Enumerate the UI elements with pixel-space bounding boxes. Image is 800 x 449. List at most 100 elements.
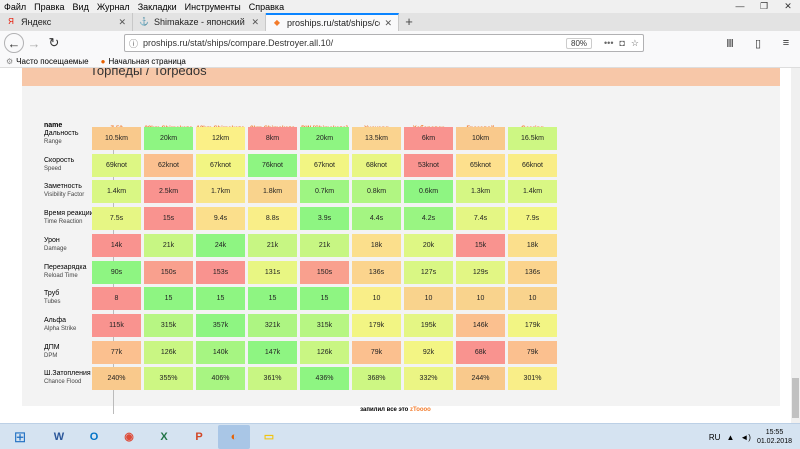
- stat-cell: 21k: [300, 233, 349, 257]
- stat-cell: 18k: [508, 233, 557, 257]
- powerpoint-icon[interactable]: P: [183, 425, 215, 449]
- firefox-icon[interactable]: ◐: [218, 424, 250, 449]
- stat-cell: 8.8s: [248, 207, 297, 231]
- stat-cell: 1.4km: [508, 180, 557, 204]
- close-icon[interactable]: ✕: [384, 18, 392, 29]
- stat-cell: 10: [404, 287, 453, 311]
- stat-cell: 53knot: [404, 153, 453, 177]
- close-window-button[interactable]: ✕: [776, 0, 800, 13]
- stat-cell: 15: [300, 287, 349, 311]
- stat-cell: 10: [456, 287, 505, 311]
- stat-cell: 436%: [300, 367, 349, 391]
- author-link[interactable]: zToooo: [410, 407, 431, 413]
- system-tray: RU ▲ ◄) 15:55 01.02.2018: [709, 424, 800, 449]
- close-icon[interactable]: ✕: [251, 17, 259, 28]
- chrome-icon[interactable]: ◉: [113, 425, 145, 449]
- stat-cell: 65knot: [456, 153, 505, 177]
- stat-cell: 8: [92, 287, 141, 311]
- stat-cell: 1.8km: [248, 180, 297, 204]
- stat-cell: 62knot: [144, 153, 193, 177]
- stat-cell: 24k: [196, 233, 245, 257]
- stat-cell: 357k: [196, 313, 245, 337]
- stat-cell: 21k: [144, 233, 193, 257]
- stat-cell: 10.5km: [92, 127, 141, 150]
- stat-cell: 15: [248, 287, 297, 311]
- stat-cell: 1.7km: [196, 180, 245, 204]
- info-icon[interactable]: ⓘ: [129, 37, 138, 50]
- menu-icon[interactable]: ≡: [776, 33, 796, 53]
- menu-item[interactable]: Правка: [30, 2, 68, 12]
- zoom-indicator[interactable]: 80%: [566, 37, 593, 49]
- date: 01.02.2018: [756, 438, 792, 445]
- stat-cell: 90s: [92, 260, 141, 284]
- stat-cell: 127s: [404, 260, 453, 284]
- yandex-icon: Я: [8, 17, 14, 26]
- windows-start-icon[interactable]: ⊞: [0, 424, 40, 449]
- word-icon[interactable]: W: [43, 425, 75, 449]
- stat-cell: 361%: [248, 367, 297, 391]
- menu-item[interactable]: Журнал: [93, 2, 134, 12]
- folder-icon[interactable]: ▭: [253, 425, 285, 449]
- stat-cell: 18k: [352, 233, 401, 257]
- page-actions-icon[interactable]: •••: [604, 38, 613, 48]
- stat-cell: 126k: [300, 340, 349, 364]
- back-button[interactable]: ←: [4, 33, 24, 53]
- tab-proships[interactable]: ◆ proships.ru/stat/ships/compar ✕: [266, 13, 399, 31]
- stat-cell: 92k: [404, 340, 453, 364]
- sidebar-icon[interactable]: ▯: [748, 33, 768, 53]
- stat-cell: 1.4km: [92, 180, 141, 204]
- stat-cell: 76knot: [248, 153, 297, 177]
- minimize-button[interactable]: —: [728, 0, 752, 13]
- library-icon[interactable]: Ⅲ: [720, 33, 740, 53]
- stat-cell: 20k: [404, 233, 453, 257]
- stat-cell: 315k: [144, 313, 193, 337]
- stat-cell: 332%: [404, 367, 453, 391]
- stat-cell: 1.3km: [456, 180, 505, 204]
- stat-cell: 368%: [352, 367, 401, 391]
- network-icon[interactable]: ▲: [726, 433, 734, 442]
- forward-button[interactable]: →: [24, 33, 44, 53]
- proships-icon: ◆: [273, 18, 281, 27]
- outlook-icon[interactable]: O: [78, 425, 110, 449]
- pocket-icon[interactable]: ◘: [619, 38, 624, 48]
- stat-cell: 68k: [456, 340, 505, 364]
- stat-cell: 10: [508, 287, 557, 311]
- stat-cell: 406%: [196, 367, 245, 391]
- language-indicator[interactable]: RU: [709, 433, 721, 442]
- reload-button[interactable]: ↻: [44, 33, 64, 53]
- menu-item[interactable]: Файл: [0, 2, 30, 12]
- stat-cell: 146k: [456, 313, 505, 337]
- tab-yandex[interactable]: Я Яндекс ✕: [0, 13, 133, 31]
- clock[interactable]: 15:55 01.02.2018: [757, 428, 792, 446]
- volume-icon[interactable]: ◄): [740, 433, 751, 442]
- url-text[interactable]: proships.ru/stat/ships/compare.Destroyer…: [143, 38, 566, 48]
- stat-cell: 67knot: [196, 153, 245, 177]
- bookmark-most-visited[interactable]: ⚙ Часто посещаемые: [6, 57, 89, 66]
- stat-cell: 12km: [196, 127, 245, 150]
- url-bar[interactable]: ⓘ proships.ru/stat/ships/compare.Destroy…: [124, 34, 644, 52]
- firefox-icon: ●: [100, 56, 106, 66]
- stat-cell: 4.4s: [352, 207, 401, 231]
- footer-prefix: запилил все это: [360, 407, 409, 413]
- stat-cell: 140k: [196, 340, 245, 364]
- menu-item[interactable]: Вид: [69, 2, 93, 12]
- scroll-thumb[interactable]: [792, 378, 799, 418]
- bookmark-star-icon[interactable]: ☆: [631, 38, 639, 49]
- maximize-button[interactable]: ❐: [752, 0, 776, 13]
- menu-item[interactable]: Справка: [245, 2, 288, 12]
- stat-cell: 153s: [196, 260, 245, 284]
- menu-item[interactable]: Закладки: [134, 2, 181, 12]
- stat-cell: 69knot: [92, 153, 141, 177]
- stat-cell: 20km: [300, 127, 349, 150]
- tab-shimakaze[interactable]: ⚓ Shimakaze - японский эсмин ✕: [133, 13, 266, 31]
- stat-cell: 244%: [456, 367, 505, 391]
- menu-item[interactable]: Инструменты: [181, 2, 245, 12]
- stat-cell: 21k: [248, 233, 297, 257]
- stat-cell: 301%: [508, 367, 557, 391]
- excel-icon[interactable]: X: [148, 425, 180, 449]
- scrollbar[interactable]: [791, 68, 800, 423]
- bookmark-home-page[interactable]: ● Начальная страница: [101, 57, 186, 66]
- stat-cell: 20km: [144, 127, 193, 150]
- new-tab-button[interactable]: +: [399, 13, 419, 31]
- close-icon[interactable]: ✕: [118, 17, 126, 28]
